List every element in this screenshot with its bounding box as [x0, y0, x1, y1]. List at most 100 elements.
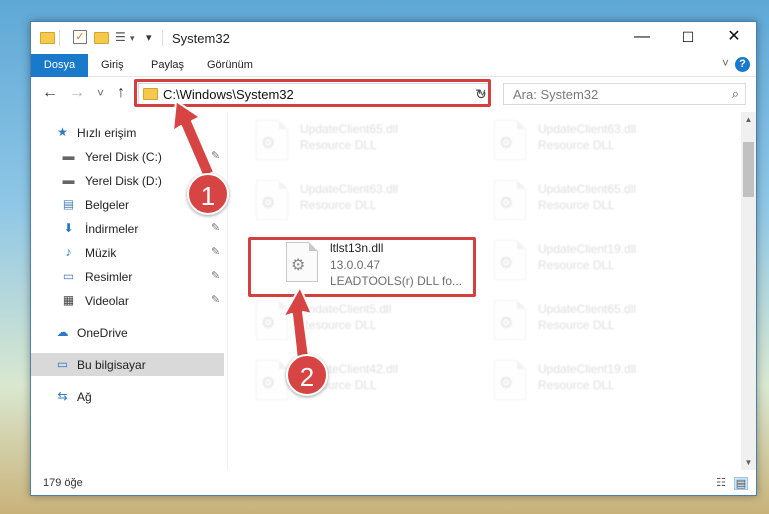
file-name: UpdateClient5.dll: [300, 302, 392, 316]
sidebar-item-label: İndirmeler: [85, 222, 139, 236]
recent-locations-button[interactable]: ˅: [97, 86, 104, 100]
navigation-pane: ★ Hızlı erişim ▬ Yerel Disk (C:) ✎ ▬ Yer…: [31, 112, 226, 470]
minimize-button[interactable]: —: [619, 22, 665, 52]
separator: [59, 30, 60, 46]
file-description: Resource DLL: [300, 318, 377, 332]
file-tile[interactable]: ⚙ UpdateClient65.dll Resource DLL: [486, 294, 714, 349]
sidebar-item-label: Resimler: [85, 270, 133, 284]
view-menu-icon[interactable]: ☰: [115, 30, 129, 44]
video-icon: ▦: [62, 293, 75, 307]
sidebar-item-onedrive[interactable]: ☁ OneDrive: [31, 321, 224, 344]
forward-button[interactable]: →: [69, 84, 85, 102]
gear-icon: ⚙: [261, 375, 276, 392]
file-tile[interactable]: ⚙ UpdateClient65.dll Resource DLL: [486, 174, 714, 229]
back-button[interactable]: ←: [42, 84, 58, 102]
dll-file-icon: ⚙: [494, 300, 526, 340]
search-box[interactable]: ⌕: [503, 83, 746, 105]
dll-file-icon: ⚙: [256, 360, 288, 400]
sidebar-item-label: Yerel Disk (D:): [85, 174, 162, 188]
gear-icon: ⚙: [261, 195, 276, 212]
sidebar-item-this-pc[interactable]: ▭ Bu bilgisayar: [31, 353, 224, 376]
file-description: Resource DLL: [538, 378, 615, 392]
close-button[interactable]: ✕: [711, 22, 756, 52]
gear-icon: ⚙: [499, 135, 514, 152]
file-tile[interactable]: ⚙ UpdateClient63.dll Resource DLL: [486, 114, 714, 169]
maximize-button[interactable]: ☐: [665, 22, 711, 52]
drive-icon: ▬: [62, 149, 75, 163]
gear-icon: ⚙: [499, 315, 514, 332]
gear-icon: ⚙: [499, 195, 514, 212]
sidebar-item-label: Bu bilgisayar: [77, 358, 146, 372]
title-bar: ✓ ☰ ▾ ▾ System32 — ☐ ✕: [31, 22, 756, 54]
details-view-icon[interactable]: ☷: [714, 477, 728, 490]
file-name: UpdateClient65.dll: [538, 182, 637, 196]
sidebar-item-label: Hızlı erişim: [77, 126, 137, 140]
sidebar-item-pictures[interactable]: ▭ Resimler ✎: [31, 265, 224, 288]
step-badge-2: 2: [286, 354, 328, 396]
file-description: Resource DLL: [538, 258, 615, 272]
up-button[interactable]: ↑: [117, 84, 125, 102]
gear-icon: ⚙: [261, 135, 276, 152]
dll-file-icon: ⚙: [494, 180, 526, 220]
scroll-thumb[interactable]: [743, 142, 754, 197]
file-highlight: [248, 237, 476, 297]
status-bar: 179 öğe ☷ ▤: [31, 472, 756, 495]
search-icon[interactable]: ⌕: [732, 86, 739, 102]
properties-checklist-icon[interactable]: ✓: [73, 30, 87, 44]
sidebar-item-quick-access[interactable]: ★ Hızlı erişim: [31, 121, 224, 144]
pictures-icon: ▭: [62, 269, 75, 283]
file-tile[interactable]: ⚙ UpdateClient19.dll Resource DLL: [486, 354, 714, 409]
file-name: UpdateClient63.dll: [300, 182, 399, 196]
file-name: UpdateClient65.dll: [538, 302, 637, 316]
file-tile[interactable]: ⚙ UpdateClient19.dll Resource DLL: [486, 234, 714, 289]
sidebar-item-label: Belgeler: [85, 198, 130, 212]
address-bar-highlight: [134, 79, 491, 107]
search-input[interactable]: [504, 84, 719, 104]
tab-giris[interactable]: Giriş: [92, 54, 133, 77]
pin-icon: ✎: [211, 294, 221, 306]
file-description: Resource DLL: [538, 198, 615, 212]
help-icon[interactable]: ?: [735, 57, 750, 72]
music-icon: ♪: [65, 245, 72, 259]
sidebar-item-local-disk-c[interactable]: ▬ Yerel Disk (C:) ✎: [31, 145, 224, 168]
documents-icon: ▤: [62, 197, 75, 211]
sidebar-item-music[interactable]: ♪ Müzik ✎: [31, 241, 224, 264]
file-name: UpdateClient19.dll: [538, 362, 637, 376]
tab-dosya[interactable]: Dosya: [31, 54, 88, 77]
scroll-down-arrow-icon[interactable]: ▼: [741, 455, 756, 470]
pin-icon: ✎: [211, 270, 221, 282]
sidebar-item-videos[interactable]: ▦ Videolar ✎: [31, 289, 224, 312]
sidebar-item-downloads[interactable]: ⬇ İndirmeler ✎: [31, 217, 224, 240]
scroll-up-arrow-icon[interactable]: ▲: [741, 112, 756, 127]
file-description: Resource DLL: [538, 138, 615, 152]
pin-icon: ✎: [211, 222, 221, 234]
file-tile[interactable]: ⚙ UpdateClient5.dll Resource DLL: [248, 294, 476, 349]
tiles-view-icon[interactable]: ▤: [734, 477, 748, 490]
file-name: UpdateClient63.dll: [538, 122, 637, 136]
dll-file-icon: ⚙: [256, 300, 288, 340]
tab-gorunum[interactable]: Görünüm: [198, 54, 262, 77]
window-title: System32: [172, 31, 230, 46]
ribbon-expand-chevron-icon[interactable]: ˅: [722, 56, 729, 70]
computer-icon: ▭: [56, 357, 69, 371]
vertical-scrollbar[interactable]: ▲ ▼: [741, 112, 756, 470]
tab-paylas[interactable]: Paylaş: [142, 54, 193, 77]
file-name: UpdateClient65.dll: [300, 122, 399, 136]
file-tile[interactable]: ⚙ UpdateClient42.dll Resource DLL: [248, 354, 476, 409]
sidebar-item-label: Videolar: [85, 294, 129, 308]
chevron-down-icon[interactable]: ▾: [130, 30, 135, 46]
sidebar-item-label: Müzik: [85, 246, 117, 260]
file-tile[interactable]: ⚙ UpdateClient63.dll Resource DLL: [248, 174, 476, 229]
gear-icon: ⚙: [261, 315, 276, 332]
sidebar-item-network[interactable]: ⇆ Ağ: [31, 385, 224, 408]
network-icon: ⇆: [57, 389, 68, 403]
file-tile[interactable]: ⚙ UpdateClient65.dll Resource DLL: [248, 114, 476, 169]
file-description: Resource DLL: [300, 198, 377, 212]
customize-qat-icon[interactable]: ▾: [146, 30, 152, 46]
cloud-icon: ☁: [56, 325, 69, 339]
drive-icon: ▬: [62, 173, 75, 187]
sidebar-item-label: Yerel Disk (C:): [85, 150, 162, 164]
pin-icon: ✎: [211, 150, 221, 162]
star-icon: ★: [57, 125, 68, 139]
gear-icon: ⚙: [499, 375, 514, 392]
